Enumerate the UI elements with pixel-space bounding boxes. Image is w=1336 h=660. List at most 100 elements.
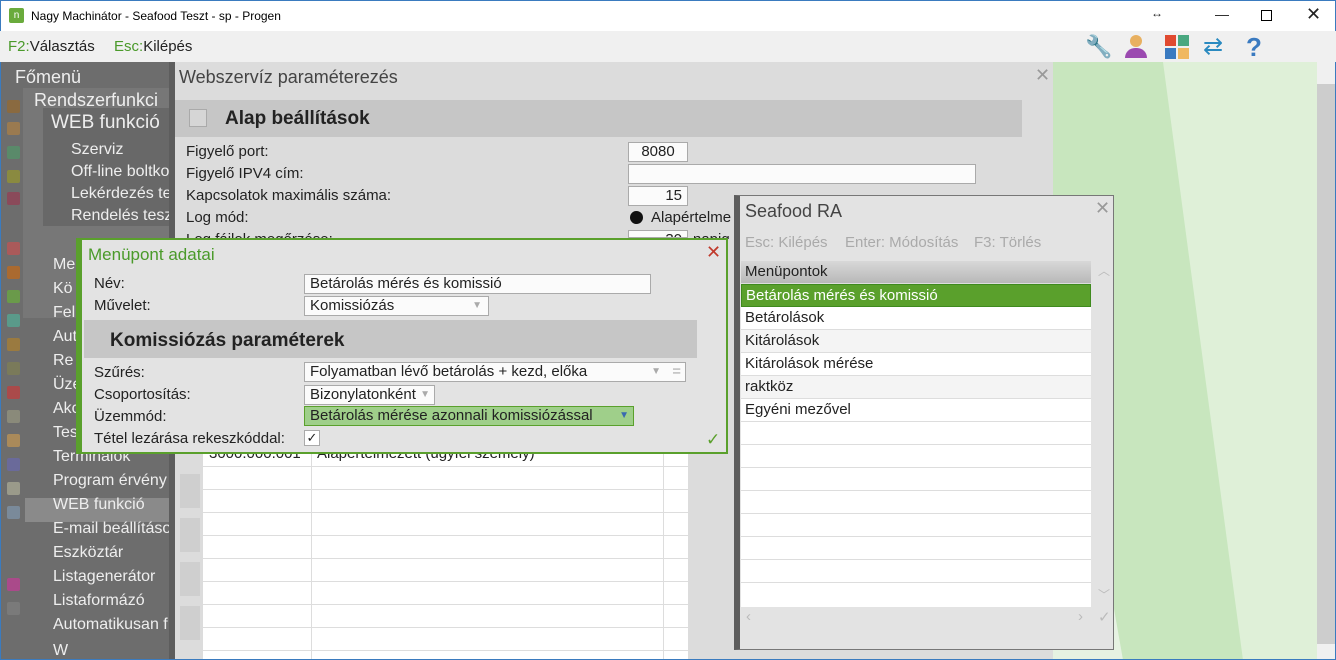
dialog-title: Seafood RA: [745, 201, 843, 221]
dialog-title: Menüpont adatai: [88, 245, 215, 264]
scrollbar[interactable]: [1317, 62, 1335, 659]
port-input[interactable]: 8080: [628, 142, 688, 162]
swap-icon[interactable]: ⇄: [1203, 32, 1223, 61]
sidebar-item[interactable]: E-mail beállításo: [53, 520, 171, 538]
dialog-title: Webszervíz paraméterezés: [179, 67, 398, 87]
filter-value: Folyamatban lévő betárolás + kezd, előka: [310, 363, 588, 380]
app-logo-icon: n: [9, 8, 24, 23]
web-group-title[interactable]: WEB funkció: [51, 112, 160, 134]
module-icon: [7, 602, 20, 615]
grouping-label: Csoportosítás:: [94, 386, 191, 403]
action-edit[interactable]: Enter: Módosítás: [845, 234, 958, 251]
max-connections-input[interactable]: 15: [628, 186, 688, 206]
sidebar-item-selected[interactable]: WEB funkció: [53, 496, 145, 514]
log-mode-value: Alapértelme: [651, 209, 732, 226]
confirm-icon[interactable]: ✓: [706, 430, 720, 450]
module-icon: [7, 242, 20, 255]
maximize-button[interactable]: [1261, 10, 1272, 21]
module-icon: [7, 482, 20, 495]
workspace: Főmenü Rendszerfunkci WEB funkció Szervi…: [0, 62, 1336, 660]
action-exit[interactable]: Esc: Kilépés: [745, 234, 828, 251]
close-icon[interactable]: ✕: [1095, 198, 1110, 219]
resize-icon: ↔: [1151, 6, 1163, 20]
module-icon: [7, 170, 20, 183]
sidebar-item[interactable]: Tes: [53, 424, 78, 442]
module-icon: [7, 386, 20, 399]
list-item[interactable]: Betárolások: [741, 307, 1091, 330]
ipv4-input[interactable]: [628, 164, 976, 184]
module-icon: [7, 506, 20, 519]
menu-list: Menüpontok Betárolás mérés és komissió B…: [741, 261, 1091, 607]
log-mode-radio[interactable]: [630, 211, 643, 224]
action-delete[interactable]: F3: Törlés: [974, 234, 1041, 251]
sidebar-item[interactable]: W: [53, 642, 68, 659]
field-label: Figyelő port:: [186, 143, 269, 160]
web-item[interactable]: Lekérdezés te: [71, 185, 172, 203]
web-item[interactable]: Off-line boltko: [71, 163, 169, 181]
scroll-down-icon[interactable]: ﹀: [1098, 586, 1110, 603]
sidebar-item[interactable]: Eszköztár: [53, 544, 123, 562]
module-icon: [7, 266, 20, 279]
list-item-selected[interactable]: Betárolás mérés és komissió: [741, 284, 1091, 307]
sidebar-item[interactable]: Re: [53, 352, 73, 370]
section-header: Komissiózás paraméterek: [84, 320, 697, 358]
chevron-down-icon: ▼: [651, 366, 661, 377]
list-item[interactable]: raktköz: [741, 376, 1091, 399]
module-icon: [7, 434, 20, 447]
section-header: Alap beállítások: [175, 100, 1022, 137]
chevron-down-icon: ▼: [472, 300, 482, 311]
mode-label: Üzemmód:: [94, 408, 167, 425]
tiles-icon[interactable]: [1165, 35, 1189, 59]
seafood-ra-dialog: Seafood RA ✕ Esc: Kilépés Enter: Módosít…: [734, 195, 1114, 650]
web-item[interactable]: Szerviz: [71, 141, 123, 159]
esc-exit[interactable]: Esc:Kilépés: [114, 38, 192, 55]
scroll-up-icon[interactable]: ︿: [1098, 262, 1110, 279]
module-icon: [7, 100, 20, 113]
user-icon[interactable]: [1124, 35, 1148, 59]
label: Választás: [29, 38, 95, 55]
log-retention-input[interactable]: 30: [628, 230, 688, 238]
filter-select[interactable]: Folyamatban lévő betárolás + kezd, előka…: [304, 362, 686, 382]
sidebar-item[interactable]: Automatikusan f: [53, 616, 168, 634]
list-item[interactable]: Egyéni mezővel: [741, 399, 1091, 422]
list-item[interactable]: Kitárolások: [741, 330, 1091, 353]
sidebar-item[interactable]: Program érvény: [53, 472, 167, 490]
equals-icon[interactable]: =: [672, 363, 681, 381]
web-item[interactable]: Rendelés tesz: [71, 207, 172, 225]
name-input[interactable]: Betárolás mérés és komissió: [304, 274, 651, 294]
title-bar: n Nagy Machinátor - Seafood Teszt - sp -…: [0, 0, 1336, 31]
mode-select[interactable]: Betárolás mérése azonnali komissiózással…: [304, 406, 634, 426]
f2-choose[interactable]: F2:Választás: [8, 38, 95, 55]
minimize-button[interactable]: —: [1215, 6, 1229, 22]
confirm-icon[interactable]: ✓: [1098, 608, 1111, 626]
key: Esc:: [114, 38, 144, 55]
scroll-left-icon[interactable]: ‹: [746, 608, 751, 625]
main-menu-title[interactable]: Főmenü: [15, 67, 81, 88]
grouping-select[interactable]: Bizonylatonként ▼: [304, 385, 435, 405]
mode-value: Betárolás mérése azonnali komissiózással: [310, 407, 593, 424]
sidebar-item[interactable]: Listaformázó: [53, 592, 145, 610]
help-icon[interactable]: ?: [1246, 32, 1262, 63]
module-icon: [7, 192, 20, 205]
sidebar-item[interactable]: Kö: [53, 280, 73, 298]
key: F2:: [8, 38, 30, 55]
wrench-icon[interactable]: 🔧: [1085, 34, 1112, 60]
close-icon[interactable]: ✕: [1035, 65, 1050, 86]
close-icon[interactable]: ✕: [706, 242, 721, 263]
column-header[interactable]: Menüpontok: [741, 261, 1091, 284]
operation-select[interactable]: Komissiózás ▼: [304, 296, 489, 316]
operation-value: Komissiózás: [310, 297, 395, 314]
module-icon: [7, 338, 20, 351]
close-window-button[interactable]: ✕: [1306, 4, 1321, 25]
grouping-value: Bizonylatonként: [310, 386, 416, 403]
sidebar-item[interactable]: Listagenerátor: [53, 568, 155, 586]
scroll-right-icon[interactable]: ›: [1078, 608, 1083, 625]
sidebar-item[interactable]: Aut: [53, 328, 77, 346]
sidebar-item[interactable]: Me: [53, 256, 75, 274]
field-label: Kapcsolatok maximális száma:: [186, 187, 392, 204]
module-icon: [7, 290, 20, 303]
list-item[interactable]: Kitárolások mérése: [741, 353, 1091, 376]
sidebar-item[interactable]: Fel: [53, 304, 75, 322]
close-with-box-checkbox[interactable]: ✓: [304, 430, 320, 446]
module-icon: [7, 362, 20, 375]
